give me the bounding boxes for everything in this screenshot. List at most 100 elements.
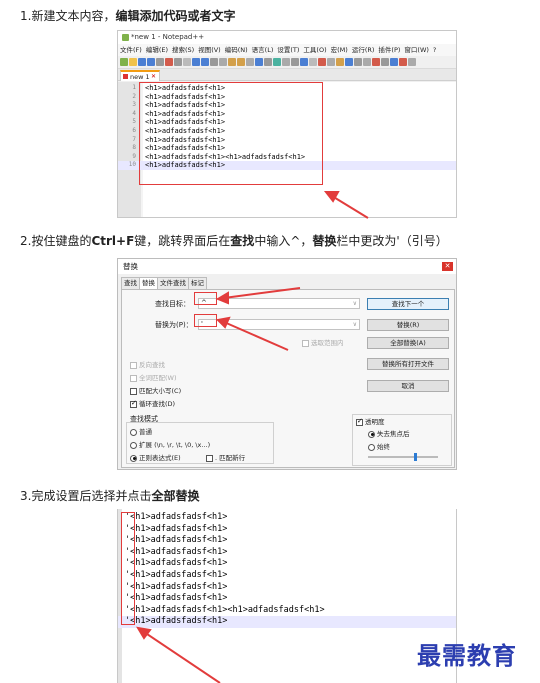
replace-input[interactable]: ' ∨ bbox=[198, 319, 360, 330]
toolbar-icon[interactable] bbox=[138, 58, 146, 66]
match-case-label: 匹配大小写(C) bbox=[139, 387, 182, 395]
step-1-caption: 1.新建文本内容，编辑添加代码或者文字 bbox=[20, 7, 235, 24]
toolbar-icon[interactable] bbox=[165, 58, 173, 66]
result-editor: '<h1>adfadsfadsf<h1> '<h1>adfadsfadsf<h1>… bbox=[117, 509, 457, 683]
step-2-find: 查找 bbox=[230, 234, 255, 248]
mode-normal-radio[interactable]: 普通 bbox=[130, 426, 152, 436]
toolbar-icon[interactable] bbox=[372, 58, 380, 66]
toolbar-icon[interactable] bbox=[129, 58, 137, 66]
radio-dot-selected bbox=[130, 454, 137, 462]
toolbar-icon[interactable] bbox=[237, 58, 245, 66]
toolbar-icon[interactable] bbox=[336, 58, 344, 66]
lose-focus-radio[interactable]: 失去焦点后 bbox=[368, 428, 410, 438]
menu-item[interactable]: 插件(P) bbox=[378, 46, 400, 54]
toolbar-icon[interactable] bbox=[309, 58, 317, 66]
transparency-slider[interactable] bbox=[368, 456, 438, 458]
menu-item[interactable]: 工具(O) bbox=[303, 46, 326, 54]
line-number: 4 bbox=[132, 109, 136, 117]
backward-label: 反向查找 bbox=[139, 361, 165, 369]
checkbox-box bbox=[130, 361, 137, 369]
toolbar-icon[interactable] bbox=[174, 58, 182, 66]
tab-find[interactable]: 查找 bbox=[121, 277, 140, 289]
toolbar-icon[interactable] bbox=[363, 58, 371, 66]
toolbar-icon[interactable] bbox=[183, 58, 191, 66]
whole-word-checkbox[interactable]: 全词匹配(W) bbox=[130, 372, 177, 382]
radio-dot bbox=[130, 441, 137, 449]
cancel-button[interactable]: 取消 bbox=[367, 380, 449, 392]
replace-all-open-button[interactable]: 替换所有打开文件 bbox=[367, 358, 449, 370]
chevron-down-icon[interactable]: ∨ bbox=[353, 299, 357, 308]
replace-dialog: 替换 ✕ 查找 替换 文件查找 标记 查找目标： ^ ∨ 替换为(P)： ' ∨ 选取范围内… bbox=[117, 258, 457, 470]
result-line: '<h1>adfadsfadsf<h1> bbox=[125, 523, 228, 534]
in-selection-checkbox[interactable]: 选取范围内 bbox=[302, 337, 344, 347]
checkbox-box bbox=[130, 387, 137, 395]
slider-thumb[interactable] bbox=[414, 453, 417, 461]
mode-extended-radio[interactable]: 扩展 (\n, \r, \t, \0, \x...) bbox=[130, 439, 210, 449]
result-line: '<h1>adfadsfadsf<h1> bbox=[118, 616, 456, 628]
toolbar-icon[interactable] bbox=[192, 58, 200, 66]
step-3-bold: 全部替换 bbox=[151, 489, 200, 503]
toolbar-icon[interactable] bbox=[273, 58, 281, 66]
find-next-button[interactable]: 查找下一个 bbox=[367, 298, 449, 310]
step-2-key: Ctrl+F bbox=[91, 234, 135, 248]
match-case-checkbox[interactable]: 匹配大小写(C) bbox=[130, 385, 181, 395]
close-icon[interactable]: ✕ bbox=[442, 262, 453, 271]
menu-item[interactable]: 编码(N) bbox=[225, 46, 248, 54]
tab-label: new 1 bbox=[130, 73, 150, 81]
toolbar-icon[interactable] bbox=[408, 58, 416, 66]
toolbar-icon[interactable] bbox=[318, 58, 326, 66]
tab-mark[interactable]: 标记 bbox=[188, 277, 207, 289]
toolbar-icon[interactable] bbox=[255, 58, 263, 66]
menu-item[interactable]: ? bbox=[433, 46, 436, 54]
toolbar-icon[interactable] bbox=[390, 58, 398, 66]
replace-button[interactable]: 替换(R) bbox=[367, 319, 449, 331]
mode-extended-label: 扩展 (\n, \r, \t, \0, \x...) bbox=[139, 441, 211, 449]
toolbar-icon[interactable] bbox=[300, 58, 308, 66]
toolbar-icon[interactable] bbox=[210, 58, 218, 66]
toolbar-icon[interactable] bbox=[246, 58, 254, 66]
unsaved-icon bbox=[123, 74, 128, 79]
menu-item[interactable]: 编辑(E) bbox=[146, 46, 168, 54]
transparency-checkbox[interactable]: 透明度 bbox=[356, 416, 385, 426]
menu-item[interactable]: 搜索(S) bbox=[172, 46, 194, 54]
dot-newline-checkbox[interactable]: . 匹配新行 bbox=[206, 452, 245, 462]
line-number: 8 bbox=[132, 144, 136, 152]
find-input[interactable]: ^ ∨ bbox=[198, 298, 360, 309]
tab-find-in-files[interactable]: 文件查找 bbox=[157, 277, 189, 289]
editor-highlight-box bbox=[139, 82, 323, 185]
toolbar-icon[interactable] bbox=[381, 58, 389, 66]
menu-item[interactable]: 窗口(W) bbox=[404, 46, 429, 54]
menu-item[interactable]: 宏(M) bbox=[331, 46, 348, 54]
radio-dot-selected bbox=[368, 430, 375, 438]
toolbar-icon[interactable] bbox=[327, 58, 335, 66]
toolbar-icon[interactable] bbox=[219, 58, 227, 66]
toolbar-icon[interactable] bbox=[264, 58, 272, 66]
toolbar-icon[interactable] bbox=[120, 58, 128, 66]
toolbar-icon[interactable] bbox=[345, 58, 353, 66]
dialog-body: 查找目标： ^ ∨ 替换为(P)： ' ∨ 选取范围内 查找下一个 替换(R) 全部… bbox=[121, 289, 455, 468]
line-number: 1 bbox=[132, 84, 136, 91]
toolbar-icon[interactable] bbox=[354, 58, 362, 66]
backward-checkbox[interactable]: 反向查找 bbox=[130, 359, 165, 369]
toolbar-icon[interactable] bbox=[291, 58, 299, 66]
mode-regex-radio[interactable]: 正则表达式(E) bbox=[130, 452, 181, 462]
menu-item[interactable]: 设置(T) bbox=[277, 46, 299, 54]
toolbar-icon[interactable] bbox=[156, 58, 164, 66]
result-line: '<h1>adfadsfadsf<h1> bbox=[125, 546, 228, 557]
menu-item[interactable]: 语言(L) bbox=[252, 46, 274, 54]
toolbar-icon[interactable] bbox=[147, 58, 155, 66]
toolbar-icon[interactable] bbox=[282, 58, 290, 66]
tab-new-1[interactable]: new 1 ✕ bbox=[120, 70, 160, 81]
toolbar-icon[interactable] bbox=[399, 58, 407, 66]
menu-item[interactable]: 文件(F) bbox=[120, 46, 142, 54]
tab-close-icon[interactable]: ✕ bbox=[151, 72, 156, 82]
wrap-checkbox[interactable]: 循环查找(D) bbox=[130, 398, 175, 408]
toolbar-icon[interactable] bbox=[201, 58, 209, 66]
replace-all-button[interactable]: 全部替换(A) bbox=[367, 337, 449, 349]
in-selection-label: 选取范围内 bbox=[311, 339, 344, 347]
menu-item[interactable]: 运行(R) bbox=[352, 46, 375, 54]
chevron-down-icon[interactable]: ∨ bbox=[353, 320, 357, 329]
menu-item[interactable]: 视图(V) bbox=[198, 46, 221, 54]
toolbar-icon[interactable] bbox=[228, 58, 236, 66]
always-radio[interactable]: 始终 bbox=[368, 441, 390, 451]
